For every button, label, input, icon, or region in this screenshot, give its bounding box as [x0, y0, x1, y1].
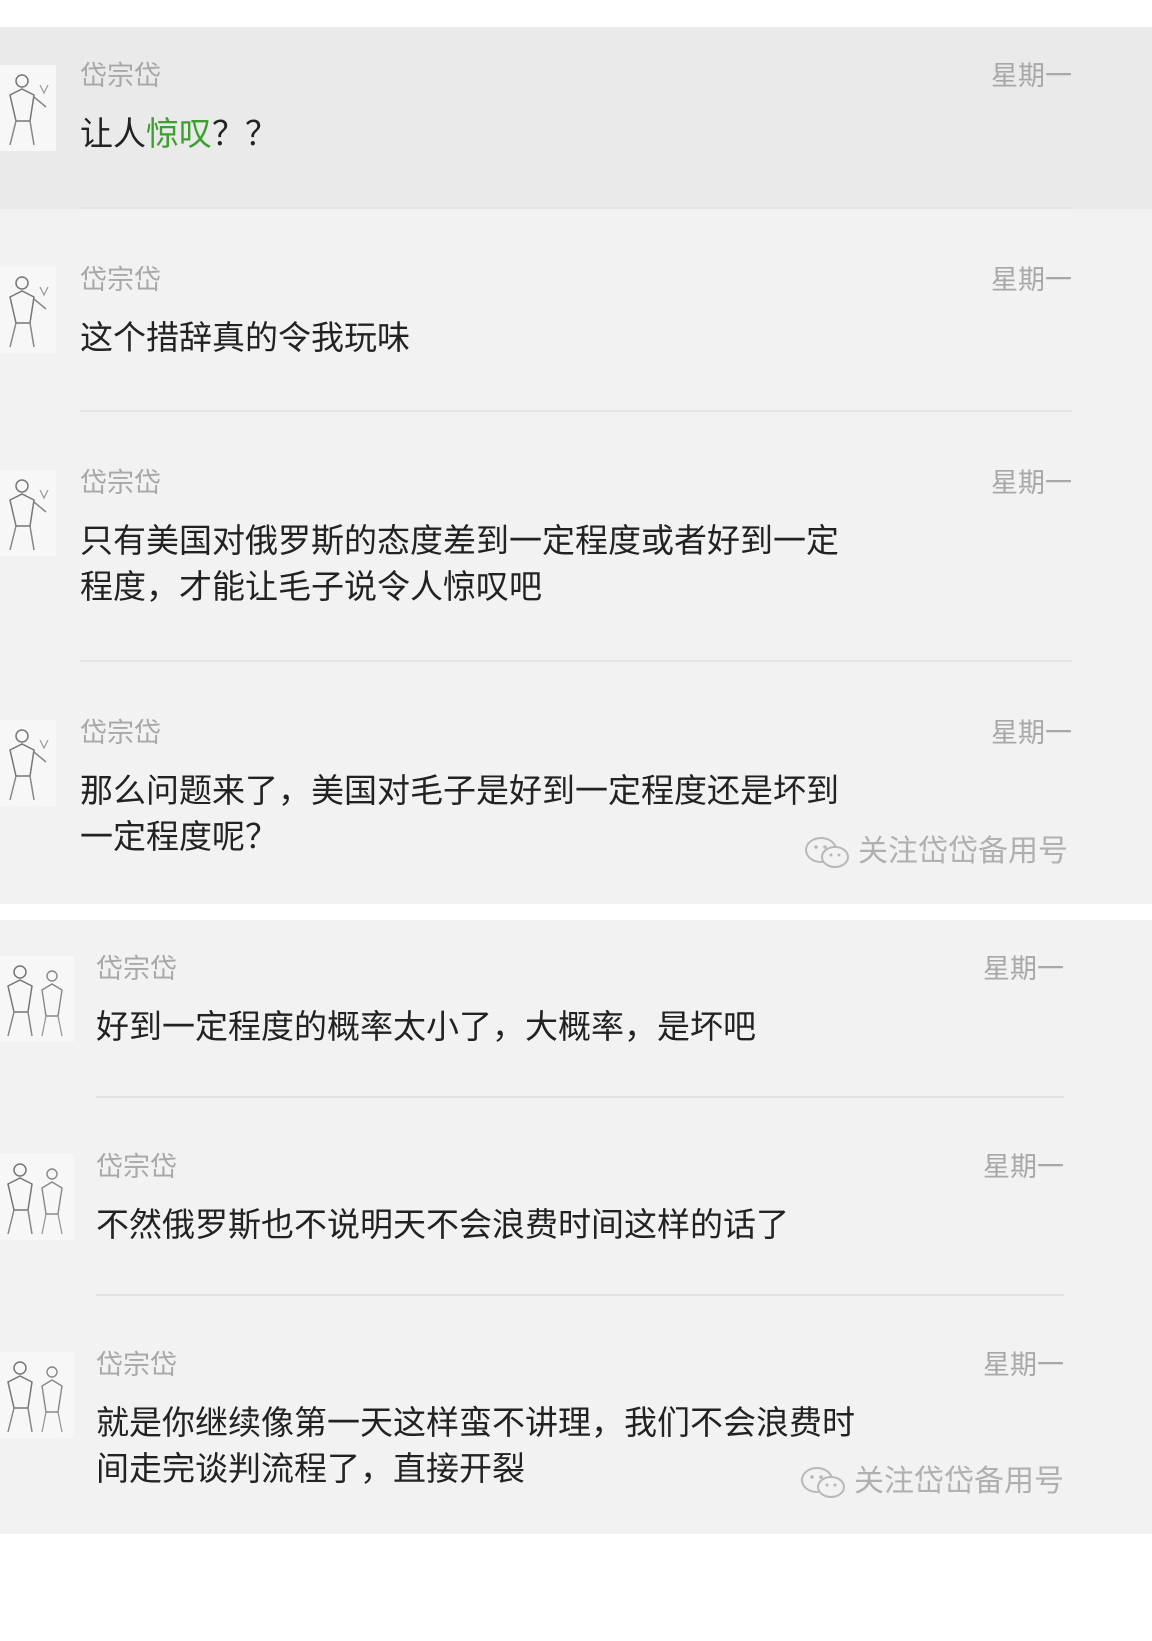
- watermark-text: 关注岱岱备用号: [854, 1464, 1064, 1499]
- comment-text-line: 就是你继续像第一天这样蛮不讲理，我们不会浪费时: [96, 1403, 855, 1442]
- timestamp: 星期一: [991, 468, 1072, 499]
- watermark-text: 关注岱岱备用号: [858, 834, 1068, 869]
- avatar[interactable]: [0, 267, 56, 353]
- comment-text: 让人惊叹？？: [80, 109, 278, 159]
- comment-text: 不然俄罗斯也不说明天不会浪费时间这样的话了: [96, 1205, 789, 1244]
- wechat-icon: [801, 1466, 845, 1498]
- username: 岱宗岱: [80, 468, 161, 499]
- timestamp: 星期一: [991, 718, 1072, 749]
- timestamp: 星期一: [991, 61, 1072, 92]
- watermark: 关注岱岱备用号: [804, 832, 1068, 872]
- avatar-sketch-icon: [0, 1352, 74, 1438]
- avatar[interactable]: [0, 1352, 74, 1438]
- timestamp: 星期一: [983, 954, 1064, 985]
- highlight-keyword[interactable]: 惊叹: [146, 114, 212, 153]
- timestamp: 星期一: [991, 265, 1072, 296]
- username: 岱宗岱: [96, 1152, 177, 1183]
- comment-text-line: 间走完谈判流程了，直接开裂: [96, 1449, 525, 1488]
- avatar-sketch-icon: [0, 720, 56, 806]
- comment-item[interactable]: 岱宗岱 星期一 不然俄罗斯也不说明天不会浪费时间这样的话了: [0, 1098, 1152, 1296]
- username: 岱宗岱: [80, 61, 161, 92]
- wechat-icon: [805, 836, 849, 868]
- username: 岱宗岱: [80, 265, 161, 296]
- watermark: 关注岱岱备用号: [800, 1462, 1064, 1502]
- comment-item[interactable]: 岱宗岱 星期一 让人惊叹？？: [0, 27, 1152, 209]
- avatar[interactable]: [0, 65, 56, 151]
- comment-panel-2: 岱宗岱 星期一 好到一定程度的概率太小了，大概率，是坏吧 岱宗岱 星期一 不然俄…: [0, 920, 1152, 1534]
- username: 岱宗岱: [96, 954, 177, 985]
- comment-text-line: 一定程度呢？: [80, 817, 278, 856]
- comment-text-line: 程度，才能让毛子说令人惊叹吧: [80, 567, 542, 606]
- avatar-sketch-icon: [0, 267, 56, 353]
- avatar-sketch-icon: [0, 1154, 74, 1240]
- timestamp: 星期一: [983, 1152, 1064, 1183]
- avatar-sketch-icon: [0, 470, 56, 556]
- comment-item[interactable]: 岱宗岱 星期一 好到一定程度的概率太小了，大概率，是坏吧: [0, 920, 1152, 1098]
- comment-panel-1: 岱宗岱 星期一 让人惊叹？？ 岱宗岱 星期一 这个措辞真的令我玩味 岱宗岱 星期…: [0, 27, 1152, 904]
- comment-item[interactable]: 岱宗岱 星期一 这个措辞真的令我玩味: [0, 209, 1152, 412]
- timestamp: 星期一: [983, 1350, 1064, 1381]
- avatar[interactable]: [0, 1154, 74, 1240]
- comment-item[interactable]: 岱宗岱 星期一 只有美国对俄罗斯的态度差到一定程度或者好到一定 程度，才能让毛子…: [0, 412, 1152, 662]
- username: 岱宗岱: [96, 1350, 177, 1381]
- avatar[interactable]: [0, 956, 74, 1042]
- username: 岱宗岱: [80, 718, 161, 749]
- avatar[interactable]: [0, 720, 56, 806]
- avatar-sketch-icon: [0, 956, 74, 1042]
- comment-text: 好到一定程度的概率太小了，大概率，是坏吧: [96, 1007, 756, 1046]
- comment-text-line: 只有美国对俄罗斯的态度差到一定程度或者好到一定: [80, 521, 839, 560]
- comment-text-line: 那么问题来了，美国对毛子是好到一定程度还是坏到: [80, 771, 839, 810]
- avatar[interactable]: [0, 470, 56, 556]
- comment-text: 这个措辞真的令我玩味: [80, 318, 410, 357]
- comment-text-part: 让人: [80, 114, 146, 153]
- avatar-sketch-icon: [0, 65, 56, 151]
- comment-text-part: ？？: [212, 114, 278, 153]
